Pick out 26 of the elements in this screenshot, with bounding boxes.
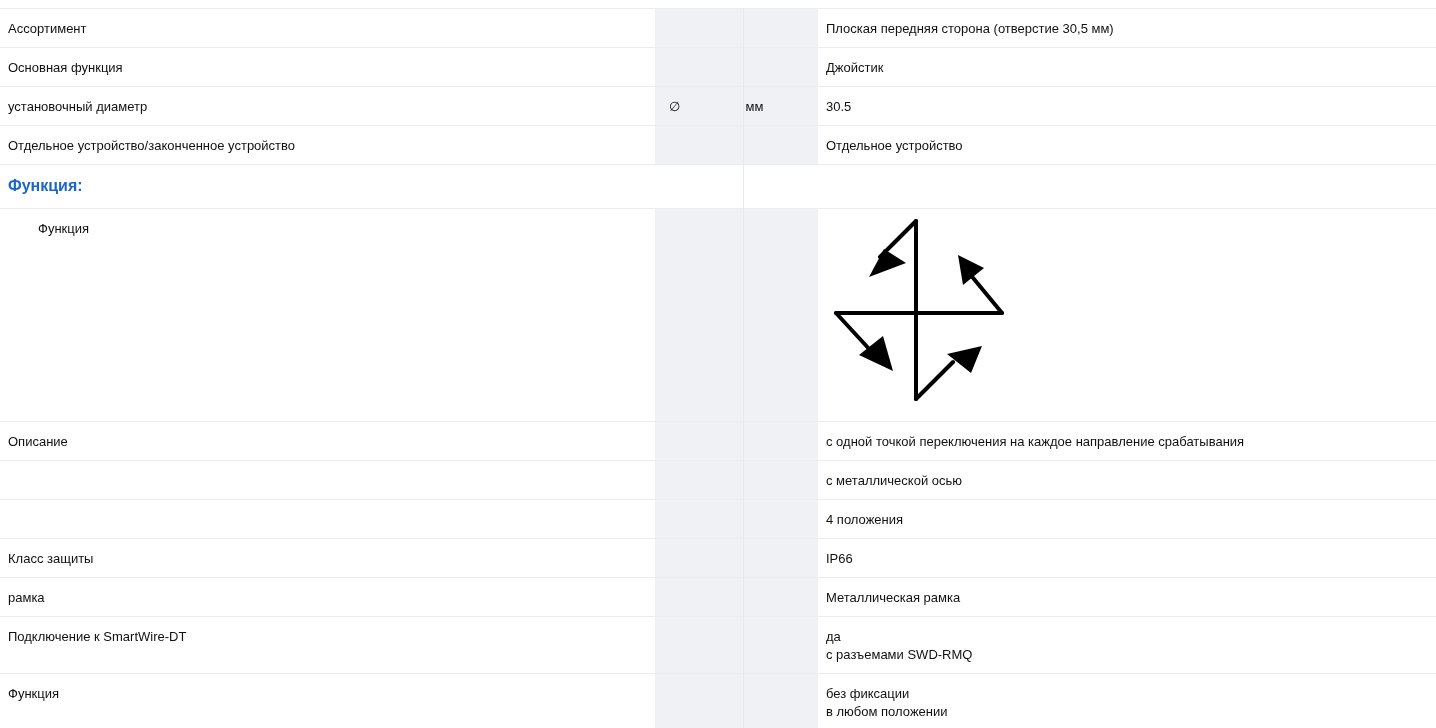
property-value: с металлической осью <box>826 472 963 490</box>
property-label: Отдельное устройство/законченное устройство <box>8 138 296 153</box>
property-value: с разъемами SWD-RMQ <box>826 646 974 664</box>
property-value: Металлическая рамка <box>826 589 962 607</box>
property-value: без фиксации <box>826 685 911 703</box>
property-value: Отдельное устройство <box>826 137 964 155</box>
property-label: рамка <box>8 590 45 605</box>
property-value: с одной точкой переключения на каждое направление срабатывания <box>826 433 1246 451</box>
property-value: в любом положении <box>826 703 949 721</box>
property-label: Подключение к SmartWire-DT <box>8 629 187 644</box>
property-value: Плоская передняя сторона (отверстие 30,5 мм) <box>826 20 1115 38</box>
property-label: Функция <box>8 686 59 701</box>
property-label: Ассортимент <box>8 21 87 36</box>
section-heading: Функция: <box>8 177 83 194</box>
property-value: IP66 <box>826 550 854 568</box>
property-label: установочный диаметр <box>8 99 148 114</box>
property-value: 4 положения <box>826 511 905 529</box>
property-label: Основная функция <box>8 60 123 75</box>
property-label: Функция <box>37 221 89 236</box>
property-label: Класс защиты <box>8 551 94 566</box>
unit-text: мм <box>745 99 764 114</box>
symbol-text: ∅ <box>669 99 680 114</box>
property-label: Описание <box>8 434 68 449</box>
property-value: 30.5 <box>826 98 853 116</box>
property-value: да <box>826 628 842 646</box>
property-value: Джойстик <box>826 59 885 77</box>
